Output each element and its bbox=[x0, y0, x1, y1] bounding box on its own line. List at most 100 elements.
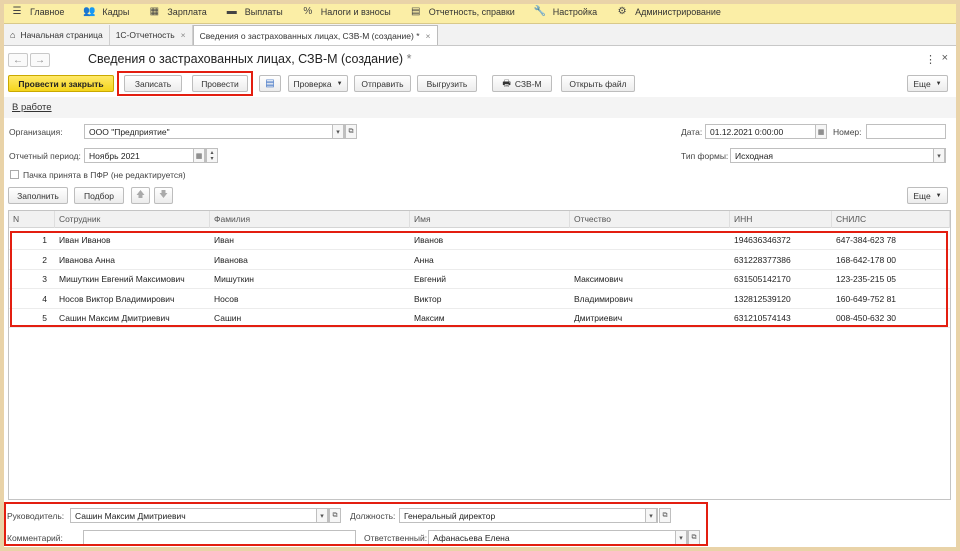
accepted-checkbox[interactable] bbox=[10, 170, 19, 179]
back-button[interactable]: ← bbox=[8, 53, 28, 67]
tab-home[interactable]: ⌂ Начальная страница bbox=[4, 25, 110, 45]
menu-item[interactable]: 🔧 Настройка bbox=[533, 6, 598, 17]
select-button[interactable]: Подбор bbox=[74, 187, 124, 204]
upload-button[interactable]: Выгрузить bbox=[417, 75, 477, 92]
tab-label: 1С-Отчетность bbox=[115, 30, 175, 40]
down-arrow-icon: ▾ bbox=[210, 155, 214, 162]
calculator-icon: ▦ bbox=[149, 6, 160, 17]
arrow-left-icon: ← bbox=[13, 54, 23, 66]
form-type-label: Тип формы: bbox=[681, 151, 729, 161]
menu-item-label: Главное bbox=[30, 6, 65, 17]
table-more-button[interactable]: Еще ▼ bbox=[907, 187, 948, 204]
menu-item[interactable]: ⚙ Администрирование bbox=[615, 6, 721, 17]
wrench-icon: 🔧 bbox=[533, 6, 547, 17]
more-label: Еще bbox=[913, 190, 931, 201]
dropdown-arrow-icon[interactable]: ▾ bbox=[332, 124, 344, 139]
modified-mark: * bbox=[406, 52, 412, 66]
highlight-save-post bbox=[117, 71, 253, 96]
title-text: Сведения о застрахованных лицах, СЗВ-М (… bbox=[88, 52, 404, 66]
close-icon[interactable]: × bbox=[426, 31, 431, 41]
dropdown-arrow-icon[interactable]: ▾ bbox=[933, 148, 945, 163]
arrow-up-icon: 🡅 bbox=[136, 188, 145, 199]
move-up-button[interactable]: 🡅 bbox=[131, 187, 150, 204]
print-label: СЗВ-М bbox=[514, 78, 542, 89]
menu-item[interactable]: % Налоги и взносы bbox=[301, 6, 391, 17]
column-header[interactable]: Сотрудник bbox=[55, 211, 210, 228]
menu-item-label: Зарплата bbox=[167, 6, 207, 17]
menu-item[interactable]: ▬ Выплаты bbox=[225, 6, 283, 17]
menu-item-label: Администрирование bbox=[635, 6, 721, 17]
status-link[interactable]: В работе bbox=[12, 102, 52, 113]
number-field[interactable] bbox=[866, 124, 946, 139]
menu-item[interactable]: 👥 Кадры bbox=[82, 6, 129, 17]
menu-item-label: Отчетность, справки bbox=[428, 6, 515, 17]
column-header[interactable]: ИНН bbox=[730, 211, 832, 228]
open-link-icon[interactable]: ⧉ bbox=[345, 124, 357, 139]
check-label: Проверка bbox=[293, 78, 332, 89]
document-form: ← → Сведения о застрахованных лицах, СЗВ… bbox=[4, 47, 956, 547]
percent-icon: % bbox=[303, 6, 313, 17]
close-icon[interactable]: × bbox=[181, 30, 186, 40]
tab-szv-m[interactable]: Сведения о застрахованных лицах, СЗВ-М (… bbox=[192, 25, 438, 45]
tab-label: Сведения о застрахованных лицах, СЗВ-М (… bbox=[199, 30, 420, 41]
tab-1c-reporting[interactable]: 1С-Отчетность × bbox=[110, 25, 193, 45]
move-down-button[interactable]: 🡇 bbox=[154, 187, 173, 204]
fill-button[interactable]: Заполнить bbox=[8, 187, 68, 204]
period-label: Отчетный период: bbox=[9, 151, 81, 161]
date-label: Дата: bbox=[681, 127, 703, 137]
accepted-label: Пачка принята в ПФР (не редактируется) bbox=[23, 170, 186, 180]
menu-item[interactable]: ▤ Отчетность, справки bbox=[409, 6, 515, 17]
arrow-right-icon: → bbox=[35, 54, 45, 66]
forward-button[interactable]: → bbox=[30, 53, 50, 67]
check-button[interactable]: Проверка ▼ bbox=[288, 75, 348, 92]
dropdown-arrow-icon: ▼ bbox=[935, 192, 942, 199]
menu-item[interactable]: ☰ Главное bbox=[10, 6, 65, 17]
dropdown-arrow-icon: ▼ bbox=[935, 80, 942, 87]
menu-item-label: Кадры bbox=[102, 6, 130, 17]
column-header[interactable]: Имя bbox=[410, 211, 570, 228]
post-and-close-button[interactable]: Провести и закрыть bbox=[8, 75, 114, 92]
menu-item-label: Выплаты bbox=[244, 6, 283, 17]
report-icon: ▤ bbox=[411, 6, 421, 17]
print-szv-m-button[interactable]: 🖶 СЗВ-М bbox=[492, 75, 552, 92]
number-label: Номер: bbox=[833, 127, 862, 137]
table-header: N Сотрудник Фамилия Имя Отчество ИНН СНИЛС bbox=[9, 211, 950, 228]
calendar-icon[interactable]: ▦ bbox=[815, 124, 827, 139]
tab-label: Начальная страница bbox=[20, 30, 103, 40]
highlight-footer bbox=[4, 502, 708, 546]
journal-button[interactable]: ▤ bbox=[259, 75, 281, 92]
column-header[interactable]: Фамилия bbox=[210, 211, 410, 228]
organization-field[interactable]: ООО "Предприятие" bbox=[84, 124, 345, 139]
form-type-select[interactable]: Исходная bbox=[730, 148, 946, 163]
period-stepper[interactable]: ▴ ▾ bbox=[206, 148, 218, 163]
people-icon: 👥 bbox=[83, 6, 96, 17]
period-field[interactable]: Ноябрь 2021 bbox=[84, 148, 206, 163]
more-options-icon[interactable]: ⋮ bbox=[925, 53, 936, 66]
dropdown-arrow-icon: ▼ bbox=[336, 80, 343, 87]
tab-bar: ⌂ Начальная страница 1С-Отчетность × Све… bbox=[4, 24, 956, 46]
list-icon: ▤ bbox=[265, 78, 275, 89]
menu-item-label: Налоги и взносы bbox=[320, 6, 391, 17]
printer-icon: 🖶 bbox=[502, 77, 511, 88]
organization-label: Организация: bbox=[9, 127, 63, 137]
hamburger-icon: ☰ bbox=[12, 6, 22, 17]
calendar-icon[interactable]: ▦ bbox=[193, 148, 205, 163]
send-button[interactable]: Отправить bbox=[354, 75, 411, 92]
gear-icon: ⚙ bbox=[617, 6, 627, 17]
menu-item[interactable]: ▦ Зарплата bbox=[147, 6, 207, 17]
main-menu: ☰ Главное 👥 Кадры ▦ Зарплата ▬ Выплаты% Налоги и… bbox=[0, 0, 960, 24]
home-icon: ⌂ bbox=[10, 30, 16, 40]
column-header[interactable]: СНИЛС bbox=[832, 211, 950, 228]
menu-item-label: Настройка bbox=[552, 6, 598, 17]
more-label: Еще bbox=[913, 78, 931, 89]
highlight-table-rows bbox=[10, 231, 948, 327]
page-title: Сведения о застрахованных лицах, СЗВ-М (… bbox=[88, 52, 411, 66]
open-file-button[interactable]: Открыть файл bbox=[561, 75, 635, 92]
more-button[interactable]: Еще ▼ bbox=[907, 75, 948, 92]
column-header[interactable]: N bbox=[9, 211, 55, 228]
wallet-icon: ▬ bbox=[226, 6, 237, 17]
column-header[interactable]: Отчество bbox=[570, 211, 730, 228]
arrow-down-icon: 🡇 bbox=[159, 188, 168, 199]
date-field[interactable]: 01.12.2021 0:00:00 bbox=[705, 124, 827, 139]
close-form-icon[interactable]: × bbox=[942, 52, 948, 64]
